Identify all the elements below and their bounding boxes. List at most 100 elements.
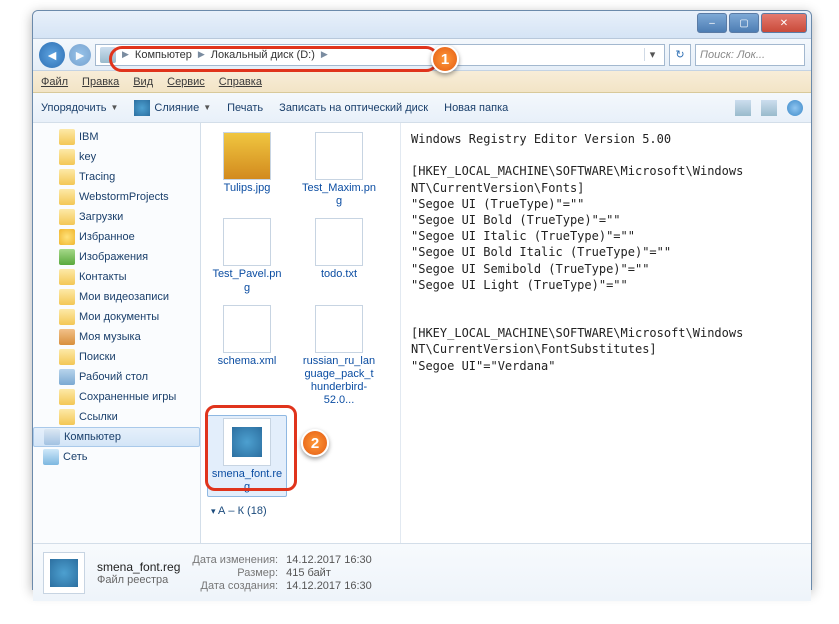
- tree-item[interactable]: Сохраненные игры: [33, 387, 200, 407]
- file-thumb-icon: [223, 418, 271, 466]
- file-name-label: Tulips.jpg: [224, 182, 271, 195]
- file-thumb-icon: [315, 305, 363, 353]
- tree-item[interactable]: key: [33, 147, 200, 167]
- tree-item[interactable]: Мои видеозаписи: [33, 287, 200, 307]
- folder-icon: [59, 189, 75, 205]
- tree-item-label: Загрузки: [79, 211, 123, 223]
- tree-item-label: Изображения: [79, 251, 148, 263]
- file-thumb-icon: [223, 132, 271, 180]
- menu-file[interactable]: Файл: [41, 76, 68, 88]
- tree-item[interactable]: Рабочий стол: [33, 367, 200, 387]
- chevron-right-icon[interactable]: ▶: [319, 49, 330, 60]
- refresh-button[interactable]: ↻: [669, 44, 691, 66]
- maximize-button[interactable]: ▢: [729, 13, 759, 33]
- folder-icon: [59, 369, 75, 385]
- file-name-label: Test_Maxim.png: [302, 182, 376, 208]
- annotation-callout-1: 1: [431, 45, 459, 73]
- close-button[interactable]: ✕: [761, 13, 807, 33]
- tree-item-label: Сохраненные игры: [79, 391, 176, 403]
- back-button[interactable]: ◄: [39, 42, 65, 68]
- tree-item-label: Мои видеозаписи: [79, 291, 169, 303]
- file-thumb-icon: [315, 218, 363, 266]
- details-pane: smena_font.reg Файл реестра Дата изменен…: [33, 543, 811, 601]
- tree-item-label: Ссылки: [79, 411, 118, 423]
- menu-help[interactable]: Справка: [219, 76, 262, 88]
- file-item[interactable]: Test_Pavel.png: [207, 215, 287, 297]
- details-modified-value: 14.12.2017 16:30: [286, 554, 372, 566]
- breadcrumb-drive[interactable]: Локальный диск (D:): [211, 49, 315, 61]
- tree-item-label: Tracing: [79, 171, 115, 183]
- folder-icon: [59, 169, 75, 185]
- content-body: IBM key Tracing WebstormProjects Загрузки Изб…: [33, 123, 811, 543]
- menu-service[interactable]: Сервис: [167, 76, 205, 88]
- tree-item[interactable]: Моя музыка: [33, 327, 200, 347]
- merge-button[interactable]: Слияние▼: [134, 100, 211, 116]
- folder-icon: [59, 349, 75, 365]
- organize-button[interactable]: Упорядочить▼: [41, 102, 118, 114]
- preview-pane-icon[interactable]: [761, 100, 777, 116]
- tree-item[interactable]: Tracing: [33, 167, 200, 187]
- files-grid[interactable]: Tulips.jpg Test_Maxim.png Test_Pavel.pngto…: [201, 123, 401, 543]
- address-bar[interactable]: ▶ Компьютер ▶ Локальный диск (D:) ▶ ▾: [95, 44, 665, 66]
- burn-button[interactable]: Записать на оптический диск: [279, 102, 428, 114]
- navigation-tree[interactable]: IBM key Tracing WebstormProjects Загрузки Изб…: [33, 123, 201, 543]
- folder-icon: [59, 269, 75, 285]
- file-thumb-icon: [223, 305, 271, 353]
- tree-item-label: Рабочий стол: [79, 371, 148, 383]
- chevron-right-icon[interactable]: ▶: [196, 49, 207, 60]
- folder-icon: [59, 289, 75, 305]
- details-created-label: Дата создания:: [192, 580, 278, 592]
- menu-view[interactable]: Вид: [133, 76, 153, 88]
- menu-edit[interactable]: Правка: [82, 76, 119, 88]
- tree-item-label: Избранное: [79, 231, 135, 243]
- folder-icon: [59, 389, 75, 405]
- search-placeholder: Поиск: Лок...: [700, 49, 765, 61]
- tree-item[interactable]: Мои документы: [33, 307, 200, 327]
- section-header[interactable]: А – К (18): [207, 501, 394, 517]
- file-item[interactable]: todo.txt: [299, 215, 379, 297]
- file-name-label: smena_font.reg: [210, 468, 284, 494]
- tree-item-label: key: [79, 151, 96, 163]
- tree-item[interactable]: Поиски: [33, 347, 200, 367]
- network-icon: [43, 449, 59, 465]
- chevron-right-icon[interactable]: ▶: [120, 49, 131, 60]
- tree-item[interactable]: Ссылки: [33, 407, 200, 427]
- file-item[interactable]: Test_Maxim.png: [299, 129, 379, 211]
- details-size-label: Размер:: [192, 567, 278, 579]
- details-filename: smena_font.reg: [97, 560, 180, 574]
- breadcrumb-computer[interactable]: Компьютер: [135, 49, 192, 61]
- folder-icon: [59, 129, 75, 145]
- details-modified-label: Дата изменения:: [192, 554, 278, 566]
- tree-item-label: Мои документы: [79, 311, 159, 323]
- details-filetype: Файл реестра: [97, 574, 180, 586]
- file-item[interactable]: smena_font.reg: [207, 415, 287, 497]
- print-button[interactable]: Печать: [227, 102, 263, 114]
- tree-item[interactable]: Загрузки: [33, 207, 200, 227]
- tree-item-label: Моя музыка: [79, 331, 141, 343]
- forward-button[interactable]: ►: [69, 44, 91, 66]
- minimize-button[interactable]: –: [697, 13, 727, 33]
- address-dropdown[interactable]: ▾: [644, 48, 660, 61]
- tree-item[interactable]: Изображения: [33, 247, 200, 267]
- tree-item[interactable]: Избранное: [33, 227, 200, 247]
- help-icon[interactable]: [787, 100, 803, 116]
- folder-icon: [59, 209, 75, 225]
- annotation-callout-2: 2: [301, 429, 329, 457]
- tree-item[interactable]: IBM: [33, 127, 200, 147]
- new-folder-button[interactable]: Новая папка: [444, 102, 508, 114]
- tree-computer[interactable]: Компьютер: [33, 427, 200, 447]
- file-thumb-icon: [315, 132, 363, 180]
- search-input[interactable]: Поиск: Лок...: [695, 44, 805, 66]
- titlebar[interactable]: – ▢ ✕: [33, 11, 811, 39]
- file-name-label: schema.xml: [218, 355, 277, 368]
- tree-item[interactable]: Контакты: [33, 267, 200, 287]
- explorer-window: – ▢ ✕ ◄ ► ▶ Компьютер ▶ Локальный диск (…: [32, 10, 812, 590]
- file-item[interactable]: schema.xml: [207, 302, 287, 411]
- tree-network[interactable]: Сеть: [33, 447, 200, 467]
- view-options-icon[interactable]: [735, 100, 751, 116]
- file-item[interactable]: Tulips.jpg: [207, 129, 287, 211]
- details-created-value: 14.12.2017 16:30: [286, 580, 372, 592]
- tree-item[interactable]: WebstormProjects: [33, 187, 200, 207]
- file-thumb-icon: [223, 218, 271, 266]
- file-item[interactable]: russian_ru_language_pack_thunderbird-52.…: [299, 302, 379, 411]
